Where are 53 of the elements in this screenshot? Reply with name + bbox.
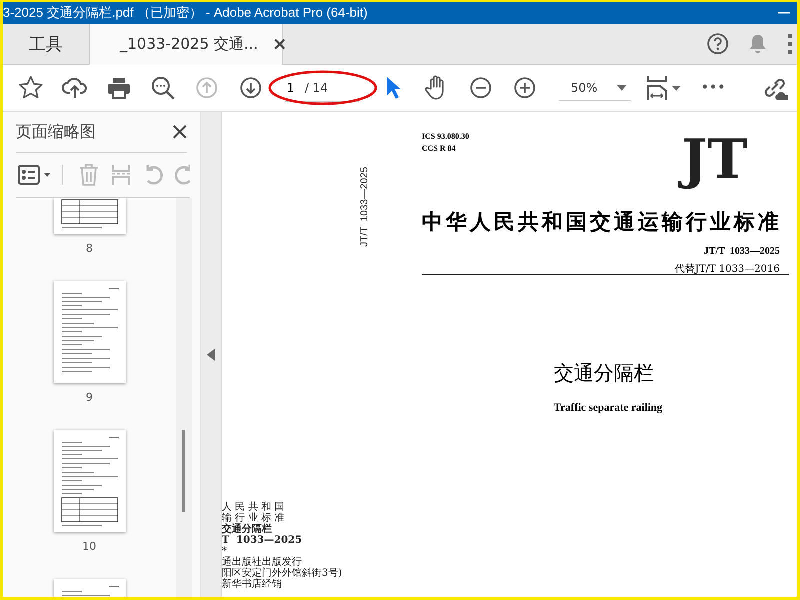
caret-icon [672,86,680,90]
plus-circle-icon [514,77,536,99]
back-cover-text: 交通分隔栏 [222,524,272,535]
replaces-note: 代替JT/T 1033—2016 [675,262,780,276]
scrollbar-thumb[interactable] [182,430,185,512]
rotate-right-icon [175,164,190,186]
back-cover-text: 输 行 业 标 准 [222,513,285,524]
back-cover-text: T 1033—2025 [222,535,302,546]
document-title: 交通分隔栏 [554,360,654,387]
page-total: / 14 [305,80,328,94]
more-options-icon[interactable] [787,33,793,55]
minus-circle-icon [470,77,492,99]
zoom-dropdown[interactable]: 50% [559,75,631,101]
list-options-icon [18,165,52,185]
spine-text: JT/T 1033—2025 [360,167,370,247]
tab-label: 工具 [29,34,63,56]
close-icon[interactable] [173,125,187,139]
standard-logo: JT [678,126,752,194]
document-tab[interactable]: _1033-2025 交通... × [89,24,283,65]
document-tab[interactable]: 工具 [3,24,89,64]
thumbnail-options-button[interactable] [16,165,63,185]
search-icon [151,76,175,100]
cursor-icon [385,76,401,100]
ics-code: ICS 93.080.30 [422,132,470,141]
back-cover-text: * [222,546,227,557]
fit-page-icon [646,75,670,101]
page-thumbnail[interactable] [54,281,126,383]
printer-icon [107,77,131,99]
star-icon [18,75,44,101]
page-number-label: 8 [86,242,93,255]
back-cover-text: 阳区安定门外外馆斜街3号) [222,568,342,579]
back-cover-text: 人 民 共 和 国 [222,502,285,513]
page-number-label: 9 [86,391,93,404]
back-cover-text: 通出版社出版发行 [222,557,302,568]
back-cover-text: 新华书店经销 [222,579,282,590]
panel-title: 页面缩略图 [16,122,96,142]
document-subtitle: Traffic separate railing [554,402,663,414]
window-title: 3-2025 交通分隔栏.pdf （已加密） - Adobe Acrobat Pro (64-bit) [3,4,368,22]
page-thumbnail[interactable] [54,430,126,532]
standard-heading: 中华人民共和国交通运输行业标准 [422,208,782,236]
standard-number: JT/T 1033—2025 [704,246,780,257]
caret-icon [617,84,627,90]
more-tools-button[interactable]: ••• [695,80,732,96]
page-number-field[interactable]: 1 [285,80,305,94]
trash-icon [79,164,99,186]
page-thumbnail[interactable] [54,198,126,234]
page-number-label: 10 [82,540,96,553]
help-icon[interactable] [707,33,729,55]
extract-pages-icon [111,164,131,186]
tab-label: _1033-2025 交通... [120,35,258,54]
ccs-code: CCS R 84 [422,144,456,153]
cloud-upload-icon [62,76,88,100]
collapse-panel-icon[interactable] [207,348,215,360]
